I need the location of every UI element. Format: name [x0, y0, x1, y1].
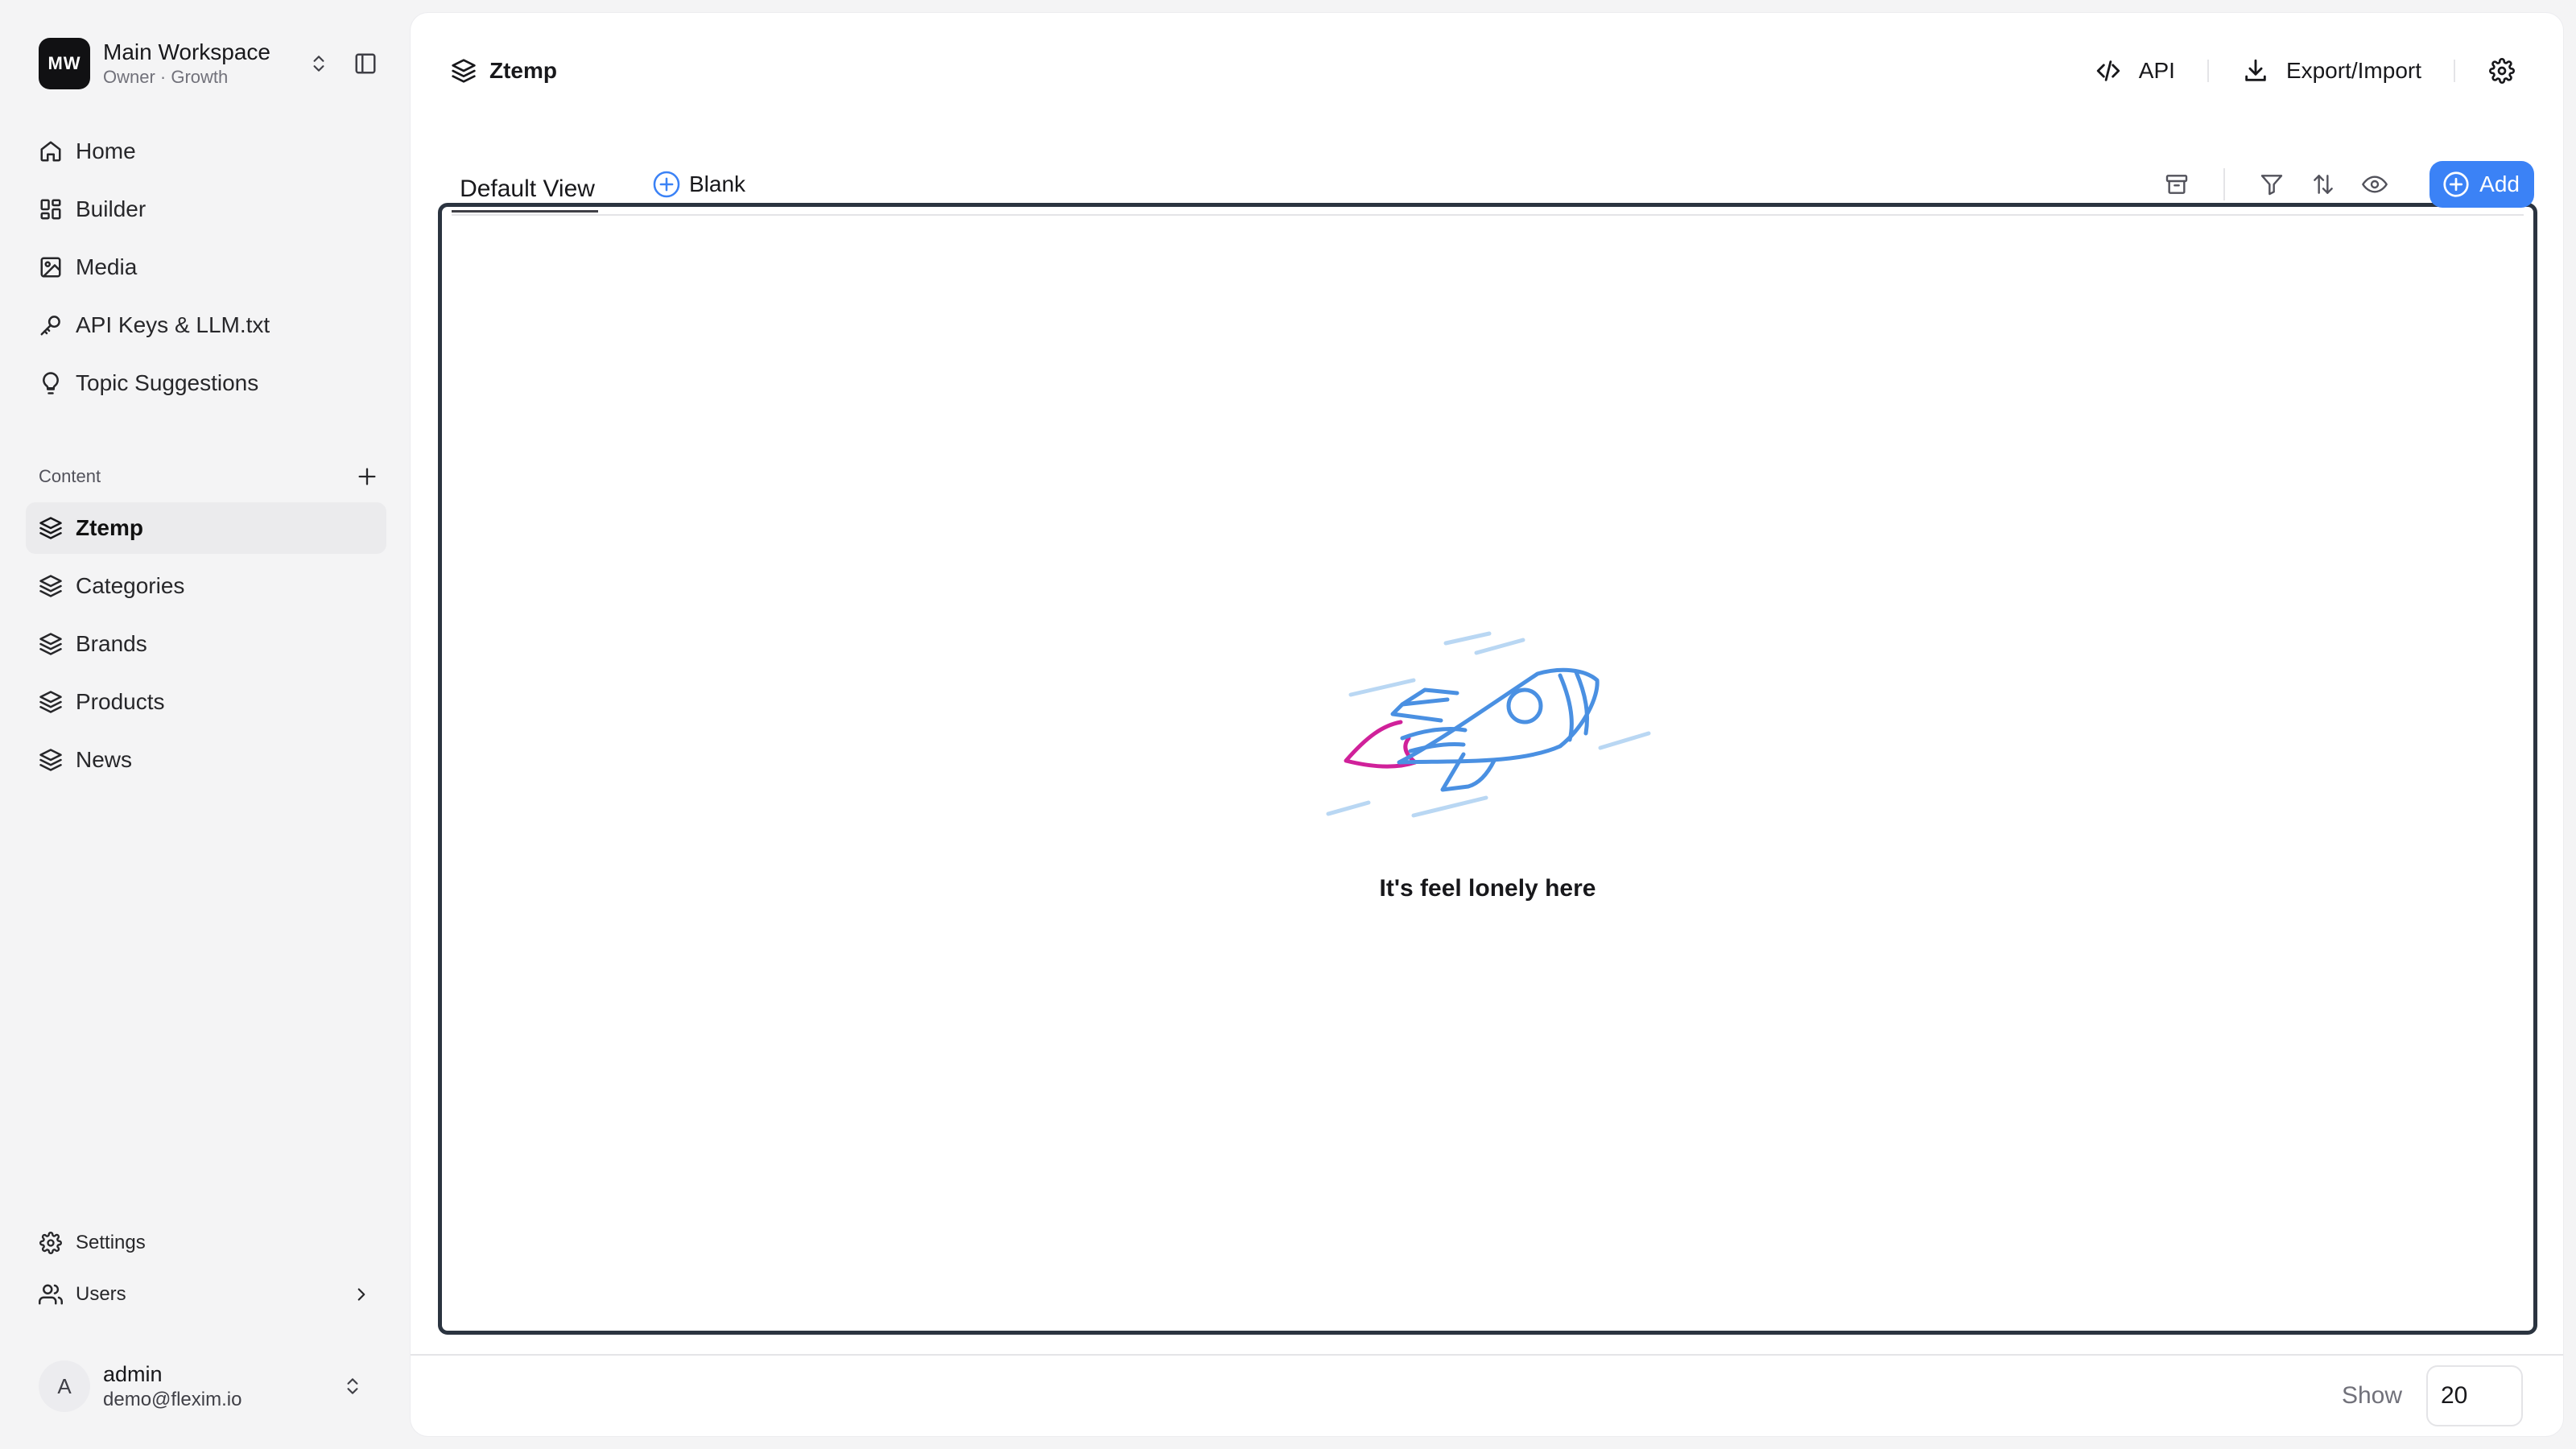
rocket-illustration: [1319, 625, 1657, 827]
home-icon: [37, 138, 64, 165]
sidebar-item-media[interactable]: Media: [26, 242, 386, 293]
empty-state: It's feel lonely here: [442, 625, 2533, 902]
content-section-header: Content: [39, 460, 382, 493]
page-title-text: Ztemp: [489, 58, 557, 83]
tab-default-view[interactable]: Default View: [452, 161, 602, 208]
api-button-label: API: [2138, 58, 2175, 83]
sidebar-item-products[interactable]: Products: [26, 676, 386, 728]
layers-icon: [37, 630, 64, 658]
eye-icon[interactable]: [2355, 164, 2395, 204]
chevron-up-down-icon[interactable]: [336, 1370, 369, 1402]
layers-icon: [37, 514, 64, 542]
empty-state-message: It's feel lonely here: [1379, 875, 1596, 902]
main-nav: Home Builder Media API Keys & LLM.txt To…: [26, 126, 386, 415]
sidebar-item-label: Builder: [76, 196, 147, 221]
sidebar-item-topic-suggestions[interactable]: Topic Suggestions: [26, 357, 386, 409]
sidebar-item-brands[interactable]: Brands: [26, 618, 386, 670]
lightbulb-icon: [37, 369, 64, 397]
export-import-button[interactable]: Export/Import: [2228, 48, 2434, 93]
page-size-select[interactable]: 20: [2426, 1365, 2523, 1426]
sidebar-item-label: API Keys & LLM.txt: [76, 312, 270, 337]
archive-icon[interactable]: [2157, 164, 2197, 204]
sort-icon[interactable]: [2303, 164, 2343, 204]
chevron-up-down-icon[interactable]: [303, 47, 335, 80]
sidebar-toggle-icon[interactable]: [349, 47, 382, 80]
sidebar: MW Main Workspace Owner · Growth Home Bu…: [0, 0, 411, 1449]
sidebar-item-label: Brands: [76, 631, 147, 656]
view-tabs: Default View Blank Add: [452, 161, 2534, 221]
top-bar: Ztemp API Export/Import: [449, 45, 2524, 97]
api-button[interactable]: API: [2081, 48, 2188, 93]
filter-icon[interactable]: [2252, 164, 2292, 204]
plus-circle-icon: [650, 168, 683, 200]
add-button[interactable]: Add: [2429, 161, 2534, 208]
chevron-right-icon: [351, 1284, 372, 1305]
divider: [2223, 168, 2226, 200]
page-title: Ztemp: [449, 56, 557, 85]
pagination-footer: Show 20: [411, 1354, 2563, 1436]
gear-icon[interactable]: [2479, 48, 2524, 93]
sidebar-item-users[interactable]: Users: [26, 1272, 386, 1317]
sidebar-item-api-keys[interactable]: API Keys & LLM.txt: [26, 299, 386, 351]
download-icon: [2241, 56, 2270, 85]
main-panel: Ztemp API Export/Import It's feel lonely…: [411, 13, 2563, 1436]
user-info: admin demo@flexim.io: [103, 1360, 336, 1412]
avatar: A: [39, 1360, 90, 1412]
sidebar-item-builder[interactable]: Builder: [26, 184, 386, 235]
tab-blank-label: Blank: [689, 171, 746, 196]
key-icon: [37, 312, 64, 339]
users-icon: [37, 1281, 64, 1308]
plus-icon[interactable]: [353, 462, 382, 491]
export-import-label: Export/Import: [2285, 58, 2421, 83]
sidebar-item-categories[interactable]: Categories: [26, 560, 386, 612]
data-view-frame: It's feel lonely here: [438, 203, 2537, 1335]
plus-circle-icon: [2441, 169, 2471, 200]
user-name: admin: [103, 1362, 163, 1386]
layers-icon: [37, 746, 64, 774]
view-toolbar: Add: [2151, 161, 2534, 208]
sidebar-item-label: Topic Suggestions: [76, 370, 259, 395]
sidebar-item-settings[interactable]: Settings: [26, 1220, 386, 1265]
bottom-nav: Settings Users: [26, 1220, 386, 1323]
layers-icon: [449, 56, 478, 85]
user-email: demo@flexim.io: [103, 1389, 242, 1410]
layers-icon: [37, 572, 64, 600]
grid-icon: [37, 196, 64, 223]
sidebar-item-label: Products: [76, 689, 165, 714]
sidebar-item-label: Home: [76, 138, 136, 163]
workspace-info: Main Workspace Owner · Growth: [103, 39, 303, 89]
gear-icon: [37, 1229, 64, 1257]
layers-icon: [37, 688, 64, 716]
sidebar-item-label: Categories: [76, 573, 185, 598]
workspace-name: Main Workspace: [103, 39, 271, 64]
sidebar-item-label: Settings: [76, 1232, 146, 1253]
sidebar-item-label: Users: [76, 1283, 126, 1305]
sidebar-item-news[interactable]: News: [26, 734, 386, 786]
user-menu[interactable]: A admin demo@flexim.io: [39, 1357, 382, 1415]
workspace-switcher[interactable]: MW Main Workspace Owner · Growth: [39, 37, 382, 90]
code-icon: [2094, 56, 2123, 85]
workspace-subtitle: Owner · Growth: [103, 67, 229, 87]
sidebar-item-label: Media: [76, 254, 138, 279]
tab-blank[interactable]: Blank: [650, 161, 745, 208]
workspace-avatar: MW: [39, 38, 90, 89]
add-button-label: Add: [2479, 171, 2520, 196]
content-section-label: Content: [39, 466, 101, 486]
image-icon: [37, 254, 64, 281]
sidebar-item-ztemp[interactable]: Ztemp: [26, 502, 386, 554]
sidebar-item-label: News: [76, 747, 133, 772]
sidebar-item-label: Ztemp: [76, 515, 143, 540]
show-label: Show: [2341, 1382, 2402, 1409]
sidebar-item-home[interactable]: Home: [26, 126, 386, 177]
top-actions: API Export/Import: [2081, 48, 2524, 93]
divider: [2454, 60, 2455, 82]
divider: [2207, 60, 2209, 82]
content-nav: Ztemp Categories Brands Products News: [26, 502, 386, 792]
